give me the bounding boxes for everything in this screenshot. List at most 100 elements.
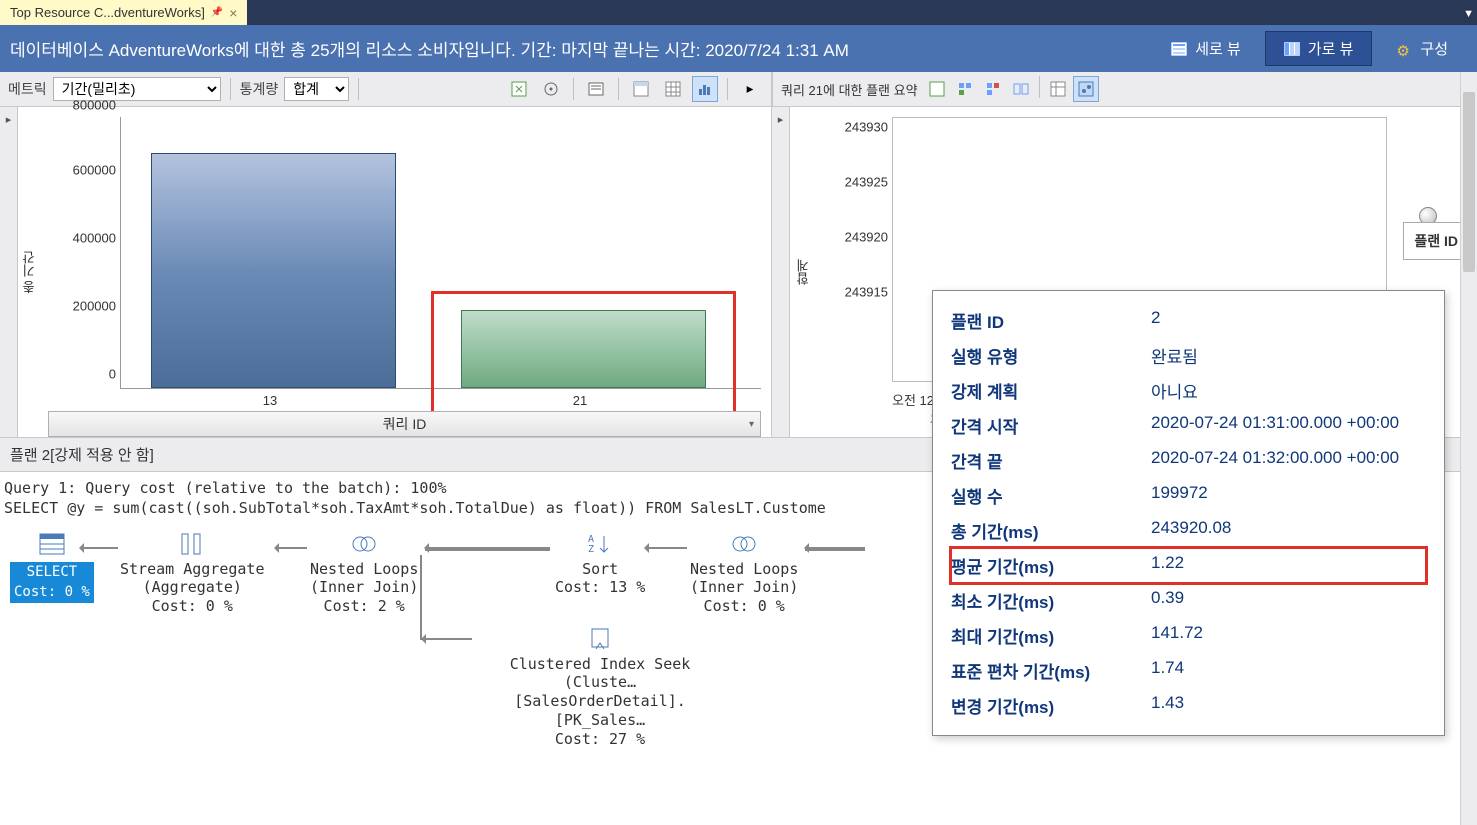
tooltip-value: 2020-07-24 01:31:00.000 +00:00 xyxy=(1151,413,1399,438)
stat-select[interactable]: 합계 xyxy=(284,77,349,101)
sort-icon: AZ xyxy=(584,530,616,558)
arrow xyxy=(80,547,118,549)
expand-icon[interactable]: ▸ xyxy=(737,76,763,102)
x-axis-label: 쿼리 ID xyxy=(383,414,427,434)
plan-node-sort[interactable]: AZ Sort Cost: 13 % xyxy=(555,530,645,598)
tooltip-key: 실행 유형 xyxy=(951,343,1151,368)
vertical-view-icon xyxy=(1171,42,1187,56)
separator xyxy=(1039,76,1040,98)
tooltip-value: 243920.08 xyxy=(1151,518,1231,543)
separator xyxy=(358,78,359,100)
tooltip-value: 완료됨 xyxy=(1151,343,1198,368)
tab-dropdown-icon[interactable]: ▼ xyxy=(1463,8,1474,20)
separator xyxy=(727,78,728,100)
tab-bar: Top Resource C...dventureWorks] 📌 × ▼ xyxy=(0,0,1477,25)
refresh-icon[interactable] xyxy=(506,76,532,102)
x-axis-scrollbar[interactable]: 쿼리 ID ▾ xyxy=(48,411,761,437)
unforce-plan-icon[interactable] xyxy=(980,76,1006,102)
y-ticks: 0 200000 400000 600000 800000 xyxy=(44,117,116,389)
force-plan-icon[interactable] xyxy=(952,76,978,102)
x-ticks: 13 21 xyxy=(120,393,761,409)
tooltip-key: 최소 기간(ms) xyxy=(951,588,1151,613)
tooltip-value: 1.22 xyxy=(1151,553,1184,578)
tooltip-value: 1.74 xyxy=(1151,658,1184,683)
tooltip-row: 실행 수199972 xyxy=(951,478,1426,513)
table-icon xyxy=(36,530,68,558)
configure-button[interactable]: ⚙ 구성 xyxy=(1377,31,1467,66)
stat-label: 통계량 xyxy=(240,79,279,99)
arrow xyxy=(805,547,865,551)
tooltip-key: 강제 계획 xyxy=(951,378,1151,403)
tooltip-row: 강제 계획아니요 xyxy=(951,373,1426,408)
tooltip-row: 간격 끝2020-07-24 01:32:00.000 +00:00 xyxy=(951,443,1426,478)
tooltip-key: 표준 편차 기간(ms) xyxy=(951,658,1151,683)
document-tab[interactable]: Top Resource C...dventureWorks] 📌 × xyxy=(0,0,247,25)
separator xyxy=(230,78,231,100)
tooltip-row: 표준 편차 기간(ms)1.74 xyxy=(951,653,1426,688)
tooltip-key: 평균 기간(ms) xyxy=(951,553,1151,578)
tooltip-value: 2 xyxy=(1151,308,1160,333)
metric-label: 메트릭 xyxy=(8,79,47,99)
nested-loops-icon xyxy=(728,530,760,558)
tooltip-key: 간격 시작 xyxy=(951,413,1151,438)
tooltip-key: 플랜 ID xyxy=(951,308,1151,333)
seek-icon xyxy=(584,625,616,653)
refresh-icon[interactable] xyxy=(924,76,950,102)
chart-icon[interactable] xyxy=(692,76,718,102)
header-description: 데이터베이스 AdventureWorks에 대한 총 25개의 리소스 소비자… xyxy=(10,36,849,61)
plan-node-select[interactable]: SELECT Cost: 0 % xyxy=(10,530,94,603)
plan-node-nested-loops-2[interactable]: Nested Loops (Inner Join) Cost: 0 % xyxy=(690,530,798,616)
tooltip-value: 2020-07-24 01:32:00.000 +00:00 xyxy=(1151,448,1399,473)
chart-view-icon[interactable] xyxy=(1073,76,1099,102)
tooltip-key: 실행 수 xyxy=(951,483,1151,508)
track-icon[interactable] xyxy=(538,76,564,102)
nested-loops-icon xyxy=(348,530,380,558)
right-title: 쿼리 21에 대한 플랜 요약 xyxy=(781,80,918,99)
tooltip-row: 평균 기간(ms)1.22 xyxy=(951,548,1426,583)
scrollbar-thumb[interactable] xyxy=(1463,92,1475,272)
tooltip-key: 변경 기간(ms) xyxy=(951,693,1151,718)
separator xyxy=(573,78,574,100)
collapse-handle-right[interactable]: ▸ xyxy=(772,107,790,437)
horizontal-view-icon xyxy=(1284,42,1300,56)
tooltip-key: 최대 기간(ms) xyxy=(951,623,1151,648)
tooltip-value: 141.72 xyxy=(1151,623,1203,648)
view-buttons: 세로 뷰 가로 뷰 ⚙ 구성 xyxy=(1152,31,1467,66)
right-toolbar: 쿼리 21에 대한 플랜 요약 xyxy=(772,72,1477,107)
grid-icon[interactable] xyxy=(660,76,686,102)
left-chart: 총 기간 0 200000 400000 600000 800000 13 21 xyxy=(18,107,771,437)
arrow xyxy=(422,638,472,640)
tooltip-row: 실행 유형완료됨 xyxy=(951,338,1426,373)
tooltip-value: 0.39 xyxy=(1151,588,1184,613)
plan-node-index-seek[interactable]: Clustered Index Seek (Cluste… [SalesOrde… xyxy=(475,625,725,749)
collapse-handle-left[interactable]: ▸ xyxy=(0,107,18,437)
vertical-view-button[interactable]: 세로 뷰 xyxy=(1152,31,1260,66)
tooltip-row: 최소 기간(ms)0.39 xyxy=(951,583,1426,618)
compare-icon[interactable] xyxy=(1008,76,1034,102)
tooltip-key: 간격 끝 xyxy=(951,448,1151,473)
tooltip-row: 플랜 ID2 xyxy=(951,303,1426,338)
detail-icon[interactable] xyxy=(628,76,654,102)
pin-icon[interactable]: 📌 xyxy=(211,7,223,18)
sql-text-icon[interactable] xyxy=(583,76,609,102)
tooltip-value: 아니요 xyxy=(1151,378,1198,403)
tab-title: Top Resource C...dventureWorks] xyxy=(10,5,205,20)
close-icon[interactable]: × xyxy=(229,5,237,21)
tooltip-row: 간격 시작2020-07-24 01:31:00.000 +00:00 xyxy=(951,408,1426,443)
arrow xyxy=(425,547,550,551)
arrow-v xyxy=(420,555,422,640)
arrow xyxy=(645,547,687,549)
tooltip-key: 총 기간(ms) xyxy=(951,518,1151,543)
horizontal-view-button[interactable]: 가로 뷰 xyxy=(1265,31,1373,66)
tooltip-value: 1.43 xyxy=(1151,693,1184,718)
aggregate-icon xyxy=(176,530,208,558)
grid-icon[interactable] xyxy=(1045,76,1071,102)
arrow xyxy=(275,547,307,549)
gear-icon: ⚙ xyxy=(1396,42,1412,56)
tooltip-value: 199972 xyxy=(1151,483,1208,508)
vertical-scrollbar[interactable] xyxy=(1460,72,1477,825)
bar-query-13[interactable] xyxy=(151,153,396,388)
tooltip-row: 총 기간(ms)243920.08 xyxy=(951,513,1426,548)
plan-node-stream-aggregate[interactable]: Stream Aggregate (Aggregate) Cost: 0 % xyxy=(120,530,265,616)
plan-node-nested-loops-1[interactable]: Nested Loops (Inner Join) Cost: 2 % xyxy=(310,530,418,616)
